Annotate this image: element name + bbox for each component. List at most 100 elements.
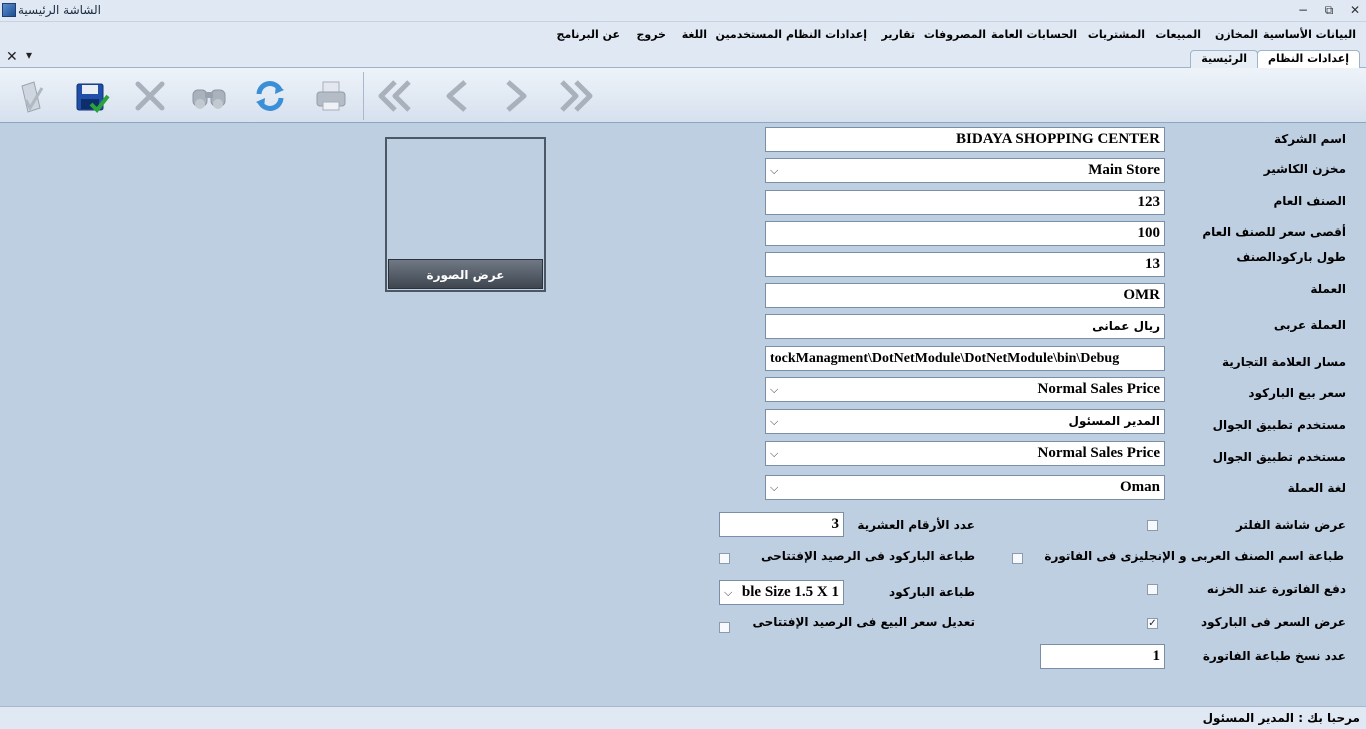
chevron-down-icon: ⌵: [770, 383, 779, 396]
status-bar: مرحبا بك : المدير المسئول: [0, 706, 1366, 729]
mobile-user-value: المدير المسئول: [1068, 414, 1160, 428]
mobile-user-price-value: Normal Sales Price: [1037, 445, 1160, 461]
company-name-value: BIDAYA SHOPPING CENTER: [956, 131, 1160, 147]
print-barcode-opening-checkbox[interactable]: [719, 553, 730, 564]
mobile-user-select[interactable]: ⌵ المدير المسئول: [765, 409, 1165, 434]
currency-field[interactable]: OMR: [765, 283, 1165, 308]
general-item-field[interactable]: 123: [765, 190, 1165, 215]
mobile-user-price-select[interactable]: ⌵ Normal Sales Price: [765, 441, 1165, 466]
menu-accounts[interactable]: الحسابات العامة: [991, 28, 1077, 41]
menu-basic[interactable]: البيانات الأساسية: [1263, 28, 1356, 41]
menu-users[interactable]: المستخدمين: [716, 28, 782, 41]
menu-bar: البيانات الأساسية المخازن المبيعات المشت…: [0, 22, 1366, 48]
save-icon[interactable]: [71, 76, 111, 116]
app-icon: [2, 3, 16, 17]
toolbar-separator: [363, 72, 364, 120]
decimal-digits-field[interactable]: 3: [719, 512, 844, 537]
delete-icon[interactable]: [130, 76, 170, 116]
next-record-icon[interactable]: [496, 76, 536, 116]
currency-label: العملة: [1310, 282, 1346, 296]
currency-ar-field[interactable]: ريال عمانى: [765, 314, 1165, 339]
barcode-print-label: طباعة الباركود: [889, 585, 975, 599]
chevron-down-icon: ⌵: [770, 164, 779, 177]
tab-settings[interactable]: إعدادات النظام: [1256, 50, 1360, 68]
menu-settings[interactable]: إعدادات النظام: [786, 28, 867, 41]
currency-ar-value: ريال عمانى: [1092, 319, 1160, 333]
toolbar: [0, 68, 1366, 123]
print-name-bilingual-checkbox[interactable]: [1012, 553, 1023, 564]
edit-sale-price-opening-checkbox[interactable]: [719, 622, 730, 633]
logo-path-value: tockManagment\DotNetModule\DotNetModule\…: [770, 351, 1120, 366]
last-record-icon[interactable]: [556, 76, 596, 116]
print-barcode-opening-label: طباعة الباركود فى الرصيد الإفتتاحى: [761, 549, 975, 563]
menu-reports[interactable]: تقارير: [882, 28, 915, 41]
close-window-button[interactable]: ✕: [1346, 2, 1364, 18]
approve-icon[interactable]: [12, 76, 52, 116]
mobile-user-label: مستخدم تطبيق الجوال: [1212, 418, 1346, 432]
invoice-copies-label: عدد نسخ طباعة الفاتورة: [1202, 649, 1346, 663]
menu-exit[interactable]: خروج: [636, 28, 666, 41]
invoice-copies-value: 1: [1152, 648, 1161, 664]
menu-stores[interactable]: المخازن: [1215, 28, 1258, 41]
cashier-store-select[interactable]: ⌵ Main Store: [765, 158, 1165, 183]
barcode-sale-price-value: Normal Sales Price: [1037, 381, 1160, 397]
show-price-barcode-label: عرض السعر فى الباركود: [1201, 615, 1346, 629]
title-bar: الشاشة الرئيسية − ⧉ ✕: [0, 0, 1366, 22]
chevron-down-icon: ⌵: [770, 415, 779, 428]
minimize-button[interactable]: −: [1294, 2, 1312, 18]
menu-language[interactable]: اللغة: [682, 28, 707, 41]
show-filter-label: عرض شاشة الفلتر: [1235, 518, 1346, 532]
barcode-print-value: ble Size 1.5 X 1: [741, 584, 839, 600]
currency-language-select[interactable]: ⌵ Oman: [765, 475, 1165, 500]
image-preview: عرض الصورة: [385, 137, 546, 292]
barcode-length-field[interactable]: 13: [765, 252, 1165, 277]
tab-strip: ✕ ▾ إعدادات النظام الرئيسية: [0, 48, 1366, 68]
pay-invoice-at-cash-checkbox[interactable]: [1147, 584, 1158, 595]
company-name-field[interactable]: BIDAYA SHOPPING CENTER: [765, 127, 1165, 152]
general-item-label: الصنف العام: [1273, 194, 1346, 208]
show-filter-checkbox[interactable]: [1147, 520, 1158, 531]
edit-sale-price-opening-label: تعديل سعر البيع فى الرصيد الإفتتاحى: [752, 615, 975, 629]
invoice-copies-field[interactable]: 1: [1040, 644, 1165, 669]
chevron-down-icon: ⌵: [770, 447, 779, 460]
general-item-max-price-value: 100: [1137, 225, 1161, 241]
close-tab-icon[interactable]: ✕: [6, 49, 18, 65]
general-item-max-price-field[interactable]: 100: [765, 221, 1165, 246]
barcode-sale-price-select[interactable]: ⌵ Normal Sales Price: [765, 377, 1165, 402]
cashier-store-label: مخزن الكاشير: [1263, 162, 1346, 176]
barcode-length-label: طول باركودالصنف: [1236, 250, 1346, 264]
tab-home[interactable]: الرئيسية: [1190, 50, 1258, 68]
tab-list-icon[interactable]: ▾: [26, 48, 32, 62]
chevron-down-icon: ⌵: [724, 586, 733, 599]
currency-language-value: Oman: [1119, 479, 1160, 495]
cashier-store-value: Main Store: [1088, 162, 1160, 178]
show-price-barcode-checkbox[interactable]: ✓: [1147, 618, 1158, 629]
logo-path-field[interactable]: tockManagment\DotNetModule\DotNetModule\…: [765, 346, 1165, 371]
refresh-icon[interactable]: [250, 76, 290, 116]
menu-purchases[interactable]: المشتريات: [1088, 28, 1145, 41]
show-image-button[interactable]: عرض الصورة: [388, 259, 543, 289]
barcode-print-select[interactable]: ⌵ ble Size 1.5 X 1: [719, 580, 844, 605]
pay-invoice-at-cash-label: دفع الفاتورة عند الخزنه: [1206, 582, 1346, 596]
mobile-user-price-label: مستخدم تطبيق الجوال: [1212, 450, 1346, 464]
window-title: الشاشة الرئيسية: [18, 3, 101, 17]
search-binoculars-icon[interactable]: [189, 76, 229, 116]
menu-sales[interactable]: المبيعات: [1155, 28, 1201, 41]
barcode-length-value: 13: [1145, 256, 1160, 272]
chevron-down-icon: ⌵: [770, 481, 779, 494]
menu-about[interactable]: عن البرنامج: [557, 28, 620, 41]
print-icon[interactable]: [311, 76, 351, 116]
currency-language-label: لغة العملة: [1287, 481, 1346, 495]
currency-value: OMR: [1123, 287, 1160, 303]
first-record-icon[interactable]: [375, 76, 415, 116]
general-item-value: 123: [1137, 194, 1161, 210]
currency-ar-label: العملة عربى: [1273, 318, 1346, 332]
company-name-label: اسم الشركة: [1273, 132, 1346, 146]
menu-expenses[interactable]: المصروفات: [924, 28, 986, 41]
decimal-digits-value: 3: [831, 516, 840, 532]
restore-button[interactable]: ⧉: [1320, 2, 1338, 18]
print-name-bilingual-label: طباعة اسم الصنف العربى و الإنجليزى فى ال…: [1044, 549, 1344, 563]
previous-record-icon[interactable]: [437, 76, 477, 116]
general-item-max-price-label: أقصى سعر للصنف العام: [1202, 225, 1346, 239]
decimal-digits-label: عدد الأرقام العشرية: [857, 518, 975, 532]
